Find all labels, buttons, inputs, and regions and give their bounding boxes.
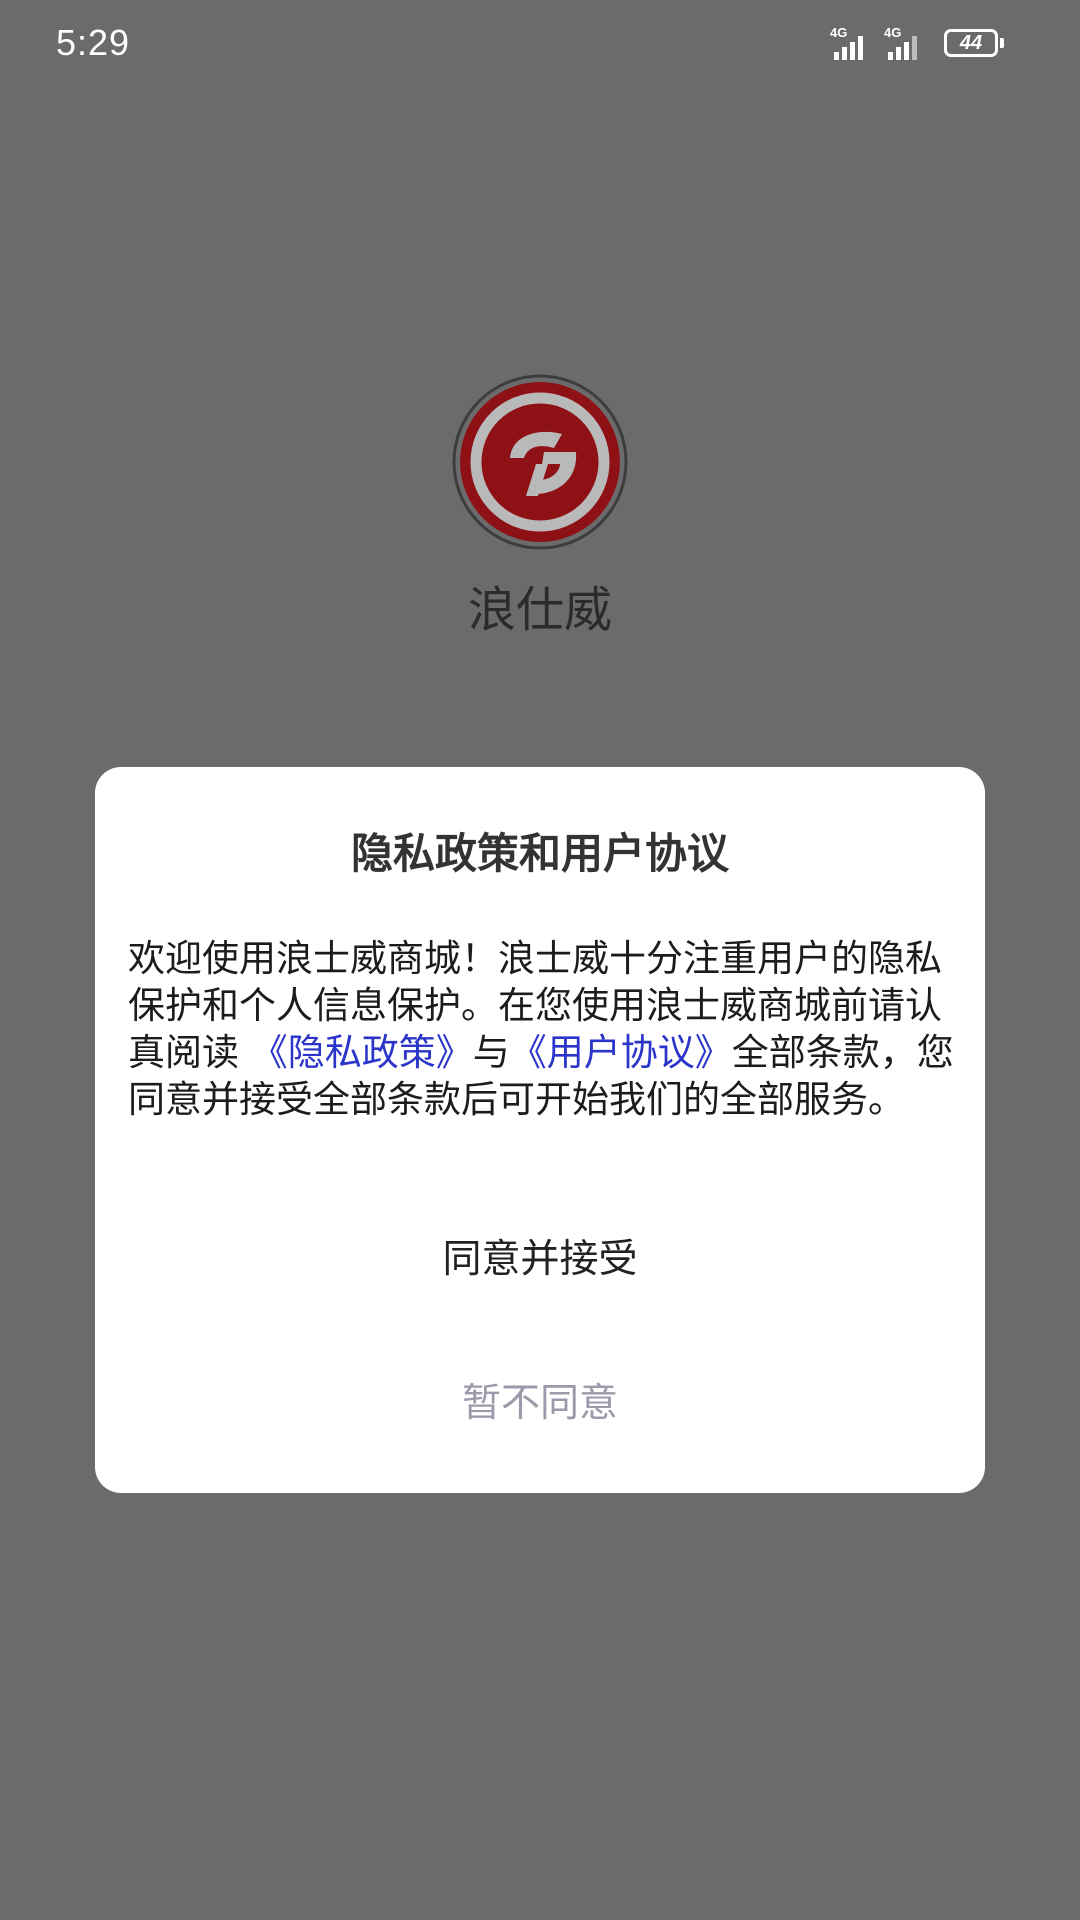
body-text-conjunction: 与 xyxy=(472,1031,510,1074)
status-bar: 5:29 4G 4G 44 xyxy=(0,0,1080,90)
agree-button[interactable]: 同意并接受 xyxy=(95,1228,985,1284)
brand-logo-icon xyxy=(450,372,630,552)
status-time: 5:29 xyxy=(56,22,131,63)
decline-button[interactable]: 暂不同意 xyxy=(95,1372,985,1428)
dialog-title: 隐私政策和用户协议 xyxy=(350,829,729,878)
battery-icon: 44 xyxy=(944,29,1004,57)
user-agreement-link[interactable]: 《用户协议》 xyxy=(510,1031,732,1074)
status-icons: 4G 4G 44 xyxy=(830,26,1004,60)
cellular-signal-icon: 4G xyxy=(830,26,874,60)
privacy-policy-link[interactable]: 《隐私政策》 xyxy=(251,1031,473,1074)
battery-level: 44 xyxy=(944,29,998,57)
dialog-body: 欢迎使用浪士威商城！浪士威十分注重用户的隐私保护和个人信息保护。在您使用浪士威商… xyxy=(128,935,958,1123)
app-name: 浪仕威 xyxy=(467,582,612,638)
cellular-signal-icon: 4G xyxy=(884,26,928,60)
